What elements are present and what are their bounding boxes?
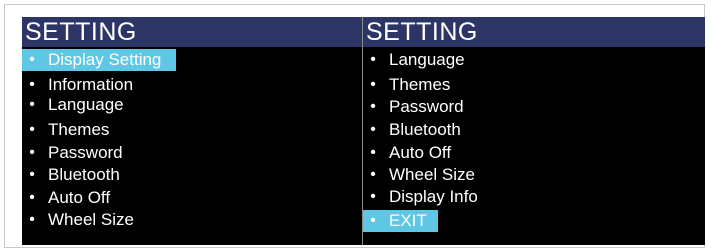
bullet-icon: • — [370, 144, 376, 161]
menu-item-exit[interactable]: • EXIT — [363, 210, 438, 232]
menu-item-label: Wheel Size — [389, 165, 475, 184]
menu-item-label: Password — [48, 143, 123, 162]
menu-item-label: Themes — [389, 75, 451, 94]
menu-item-label: Auto Off — [389, 143, 452, 162]
bullet-icon: • — [29, 166, 35, 183]
menu-item-label: Language — [48, 95, 124, 114]
bullet-icon: • — [370, 188, 376, 205]
menu-item-label: Auto Off — [48, 188, 111, 207]
menu-item-label: Bluetooth — [389, 120, 461, 139]
menu-item-display-setting[interactable]: • Display Setting — [22, 49, 176, 71]
menu-item-label: Password — [389, 97, 464, 116]
bullet-icon: • — [29, 51, 35, 68]
menu-item-label: Display Info — [389, 187, 478, 206]
bullet-icon: • — [29, 76, 35, 93]
bullet-icon: • — [29, 96, 35, 113]
menu-item-label: Information — [48, 75, 134, 94]
bullet-icon: • — [370, 98, 376, 115]
menu-item-label: Wheel Size — [48, 210, 134, 229]
bullet-icon: • — [370, 76, 376, 93]
settings-menu-left: SETTING • Display Setting • Information … — [22, 17, 362, 245]
bullet-icon: • — [370, 51, 376, 68]
bullet-icon: • — [29, 211, 35, 228]
menu-item-label: Display Setting — [48, 50, 162, 69]
menu-item-label: Language — [389, 50, 465, 69]
bullet-icon: • — [370, 166, 376, 183]
bullet-icon: • — [29, 144, 35, 161]
menu-item-label: Themes — [48, 120, 110, 139]
settings-menu-right: SETTING • Language • Themes • Password •… — [363, 17, 705, 245]
bullet-icon: • — [370, 212, 376, 229]
menu-title: SETTING — [22, 17, 362, 47]
menu-item-label: EXIT — [389, 211, 427, 230]
bullet-icon: • — [370, 121, 376, 138]
menu-title: SETTING — [363, 17, 705, 47]
bullet-icon: • — [29, 121, 35, 138]
menu-item-label: Bluetooth — [48, 165, 120, 184]
bullet-icon: • — [29, 189, 35, 206]
